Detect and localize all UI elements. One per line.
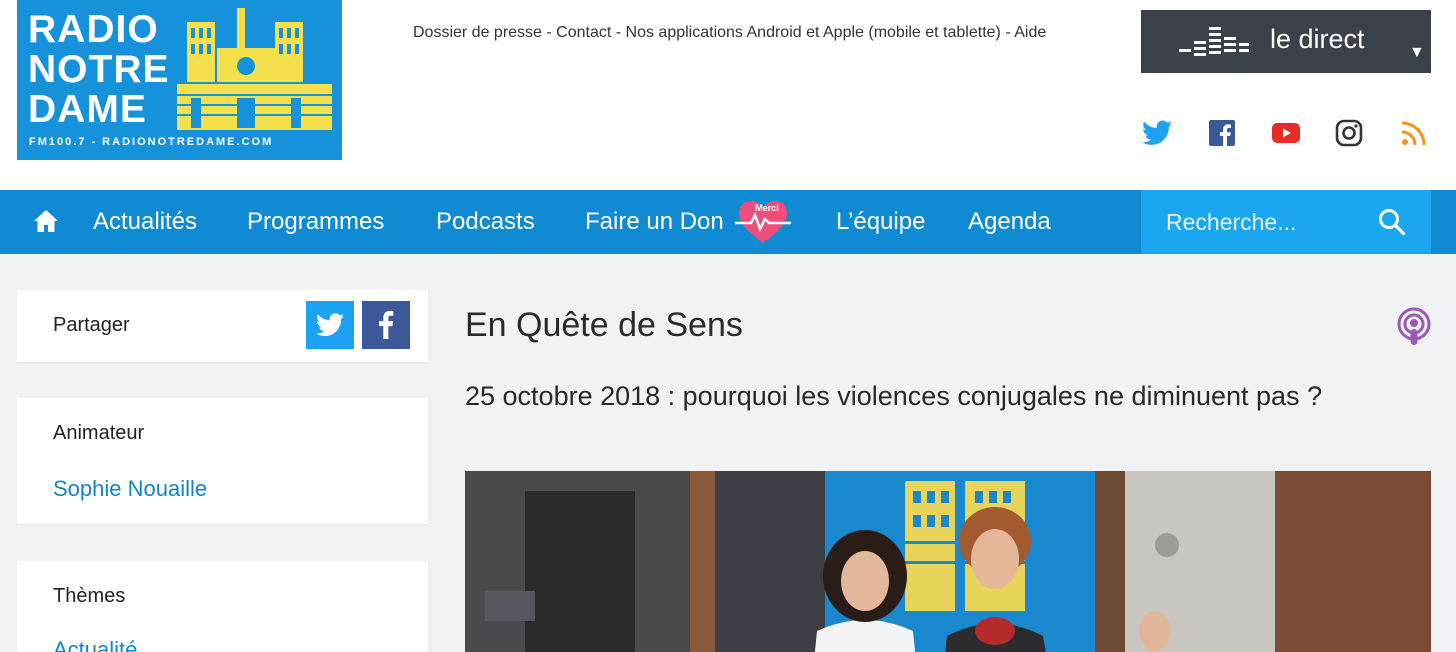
help-link[interactable]: Aide — [1014, 24, 1046, 41]
search-input[interactable] — [1141, 190, 1371, 254]
page-title: En Quête de Sens — [465, 306, 743, 344]
share-twitter-button[interactable] — [306, 301, 354, 349]
top-links: Dossier de presse - Contact - Nos applic… — [413, 24, 1046, 42]
live-label: le direct — [1270, 24, 1365, 54]
animator-card: Animateur Sophie Nouaille — [17, 398, 428, 524]
twitter-icon — [316, 313, 344, 337]
radio-notre-dame-logo[interactable]: RADIO NOTRE DAME FM100.7 - RADIONOTREDAM… — [17, 0, 342, 160]
heart-merci-icon[interactable]: Merci — [735, 199, 791, 245]
equalizer-icon — [1179, 27, 1249, 56]
merci-badge-text: Merci — [755, 203, 779, 213]
nav-item-podcasts[interactable]: Podcasts — [436, 208, 535, 236]
live-stream-button[interactable]: le direct ▼ — [1141, 10, 1431, 73]
search-box — [1141, 190, 1431, 254]
rss-icon[interactable] — [1398, 117, 1430, 149]
press-kit-link[interactable]: Dossier de presse — [413, 24, 542, 41]
share-label: Partager — [53, 314, 130, 336]
nav-item-faire-un-don[interactable]: Faire un Don — [585, 208, 724, 236]
link-separator: - — [541, 24, 557, 41]
themes-heading: Thèmes — [53, 585, 126, 607]
link-separator: - — [611, 24, 626, 41]
twitter-icon[interactable] — [1141, 117, 1173, 149]
facebook-icon[interactable] — [1206, 117, 1238, 149]
nav-item-agenda[interactable]: Agenda — [968, 208, 1051, 236]
instagram-icon[interactable] — [1333, 117, 1365, 149]
home-icon[interactable] — [33, 209, 59, 233]
animator-heading: Animateur — [53, 422, 145, 444]
nav-item-equipe[interactable]: L’équipe — [836, 208, 925, 236]
main-nav: Actualités Programmes Podcasts Faire un … — [0, 190, 1456, 254]
link-separator: - — [1000, 24, 1015, 41]
studio-photo-illustration — [465, 471, 1431, 652]
animator-link[interactable]: Sophie Nouaille — [53, 476, 207, 502]
themes-card: Thèmes Actualité — [17, 561, 428, 652]
theme-link-actualite[interactable]: Actualité — [53, 637, 137, 652]
cathedral-logo-icon — [177, 8, 332, 130]
nav-item-actualites[interactable]: Actualités — [93, 208, 197, 236]
podcast-icon[interactable] — [1396, 306, 1432, 346]
site-header: RADIO NOTRE DAME FM100.7 - RADIONOTREDAM… — [0, 0, 1456, 190]
logo-tagline: FM100.7 - RADIONOTREDAME.COM — [29, 136, 274, 148]
studio-photo — [465, 471, 1431, 652]
chevron-down-icon: ▼ — [1409, 44, 1425, 61]
logo-wordmark: RADIO NOTRE DAME — [28, 8, 170, 131]
facebook-icon — [379, 311, 394, 339]
search-icon[interactable] — [1378, 208, 1406, 236]
share-card: Partager — [17, 290, 428, 362]
share-facebook-button[interactable] — [362, 301, 410, 349]
apps-link[interactable]: Nos applications Android et Apple (mobil… — [626, 24, 1001, 41]
episode-title: 25 octobre 2018 : pourquoi les violences… — [465, 381, 1323, 411]
contact-link[interactable]: Contact — [556, 24, 611, 41]
youtube-icon[interactable] — [1270, 117, 1302, 149]
nav-item-programmes[interactable]: Programmes — [247, 208, 384, 236]
